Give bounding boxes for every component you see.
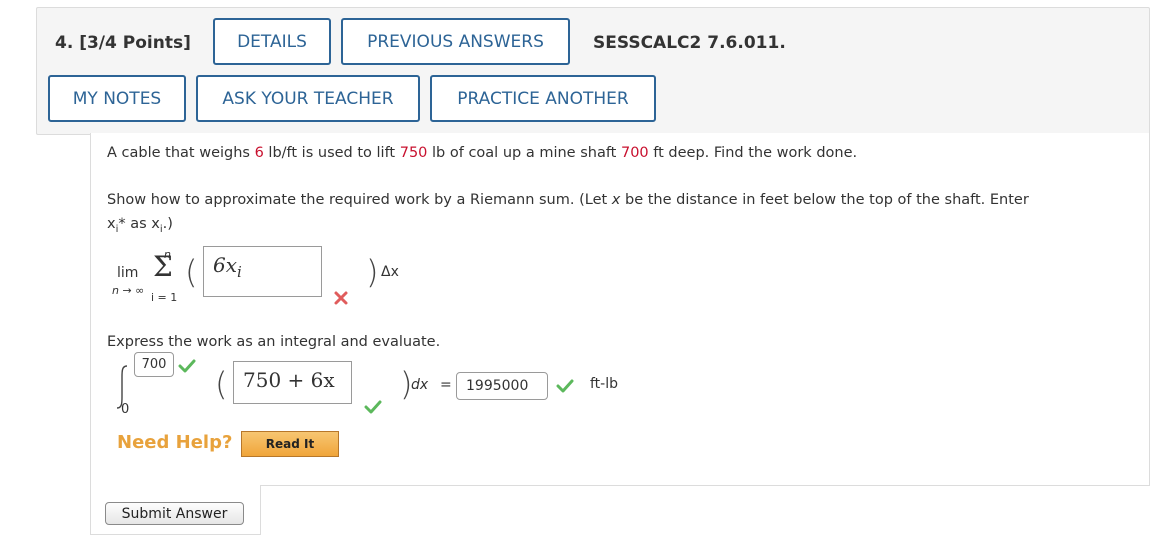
details-button[interactable]: DETAILS (213, 18, 331, 65)
integral-result-input[interactable]: 1995000 (456, 372, 548, 400)
sigma-symbol: Σ (153, 250, 173, 283)
limit-label: lim (117, 265, 139, 281)
problem-statement: A cable that weighs 6 lb/ft is used to l… (107, 145, 858, 161)
upper-limit-check-icon (178, 358, 196, 373)
submit-answer-button[interactable]: Submit Answer (105, 502, 244, 525)
need-help-label: Need Help? (117, 432, 233, 453)
lower-limit: 0 (121, 402, 130, 417)
previous-answers-button[interactable]: PREVIOUS ANSWERS (341, 18, 570, 65)
open-paren: ( (185, 253, 198, 291)
integrand-open-paren: ( (215, 365, 228, 403)
riemann-instruction: Show how to approximate the required wor… (107, 192, 1029, 208)
my-notes-button[interactable]: MY NOTES (48, 75, 186, 122)
integral-instruction: Express the work as an integral and eval… (107, 334, 441, 350)
question-title: 4. [3/4 Points] (55, 33, 191, 53)
practice-another-button[interactable]: PRACTICE ANOTHER (430, 75, 656, 122)
integrand-input[interactable]: 750 + 6x (233, 361, 352, 404)
ask-your-teacher-button[interactable]: ASK YOUR TEACHER (196, 75, 420, 122)
sum-lower-index: i = 1 (151, 291, 178, 304)
riemann-answer-input[interactable]: 6xi (203, 246, 322, 297)
weight-value: 6 (254, 145, 264, 161)
equals-sign: = (440, 377, 452, 393)
upper-limit-input[interactable]: 700 (134, 352, 174, 377)
incorrect-x-icon (333, 290, 349, 306)
read-it-button[interactable]: Read It (241, 431, 339, 457)
close-paren: ) (366, 253, 379, 291)
question-id: SESSCALC2 7.6.011. (593, 33, 786, 53)
dx-label: dx (411, 377, 429, 393)
integrand-check-icon (364, 399, 382, 414)
limit-subscript: n → ∞ (112, 284, 145, 297)
load-value: 750 (399, 145, 428, 161)
unit-label: ft-lb (590, 376, 618, 392)
result-check-icon (556, 378, 574, 393)
depth-value: 700 (620, 145, 649, 161)
riemann-instruction-line2: xi* as xi.) (107, 216, 173, 235)
delta-x: Δx (381, 264, 399, 280)
